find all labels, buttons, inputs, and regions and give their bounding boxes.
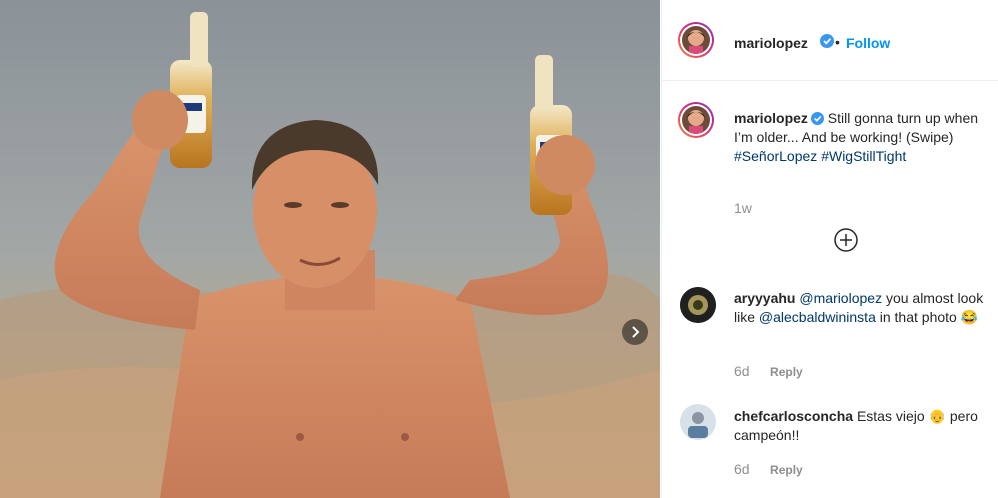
caption-author-avatar[interactable] bbox=[678, 102, 714, 138]
more-options-icon[interactable]: ⋮ bbox=[992, 33, 998, 53]
follow-button[interactable]: Follow bbox=[846, 35, 890, 51]
comment-meta: 6d Reply bbox=[734, 363, 803, 381]
comment: aryyyahu @mariolopez you almost look lik… bbox=[734, 289, 984, 327]
comment-username[interactable]: aryyyahu bbox=[734, 290, 795, 306]
old-man-emoji-icon: 👴 bbox=[928, 408, 946, 424]
comment-username-2[interactable]: chefcarlosconcha bbox=[734, 408, 853, 424]
verified-badge-icon bbox=[820, 34, 834, 48]
comment-timestamp-2[interactable]: 6d bbox=[734, 461, 750, 477]
caption: mariolopez Still gonna turn up when I’m … bbox=[734, 109, 984, 166]
comment-text-3: Estas viejo bbox=[853, 408, 929, 424]
caption-username[interactable]: mariolopez bbox=[734, 110, 808, 126]
post-header: mariolopez • Follow ⋮ bbox=[662, 0, 998, 81]
comment-text-2: in that photo bbox=[875, 309, 961, 325]
comment-2: chefcarlosconcha Estas viejo 👴 pero camp… bbox=[734, 407, 984, 445]
load-more-comments-button[interactable] bbox=[834, 228, 858, 252]
laughing-emoji-icon: 😂 bbox=[960, 309, 979, 325]
reply-button-2[interactable]: Reply bbox=[770, 463, 803, 477]
caption-verified-icon bbox=[810, 112, 824, 125]
comment-mention[interactable]: @mariolopez bbox=[799, 290, 882, 306]
comment-mention-2[interactable]: @alecbaldwininsta bbox=[759, 309, 876, 325]
plus-circle-icon bbox=[834, 228, 858, 252]
comment-meta-2: 6d Reply bbox=[734, 461, 803, 479]
hashtag-senorlopez[interactable]: #SeñorLopez bbox=[734, 148, 817, 164]
post-sidebar: mariolopez • Follow ⋮ mariolopez Still g… bbox=[661, 0, 998, 498]
author-avatar[interactable] bbox=[678, 22, 714, 58]
commenter-avatar-2[interactable] bbox=[680, 404, 716, 440]
header-separator: • bbox=[835, 34, 840, 50]
commenter-avatar[interactable] bbox=[680, 287, 716, 323]
post-photo[interactable] bbox=[0, 0, 660, 498]
hashtag-wigstilltight[interactable]: #WigStillTight bbox=[821, 148, 906, 164]
post-image bbox=[0, 0, 660, 498]
chevron-right-icon bbox=[632, 326, 640, 338]
comment-timestamp[interactable]: 6d bbox=[734, 363, 750, 379]
reply-button[interactable]: Reply bbox=[770, 365, 803, 379]
author-username[interactable]: mariolopez bbox=[734, 35, 808, 51]
caption-timestamp[interactable]: 1w bbox=[734, 200, 752, 216]
carousel-next-button[interactable] bbox=[622, 319, 648, 345]
